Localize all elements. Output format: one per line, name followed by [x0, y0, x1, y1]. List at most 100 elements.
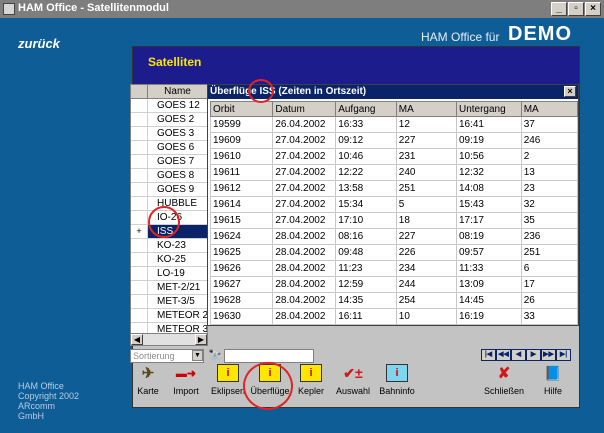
row-marker: [131, 267, 148, 280]
prev-page-button[interactable]: ◀◀: [496, 349, 511, 361]
list-item[interactable]: GOES 6: [131, 141, 207, 155]
table-cell: 26: [520, 292, 579, 309]
first-record-button[interactable]: |◀: [481, 349, 496, 361]
table-row[interactable]: 19611 27.04.2002 12:22 240 12:32 13: [209, 164, 579, 181]
maximize-button[interactable]: ▫: [568, 2, 584, 16]
row-marker: [131, 309, 148, 322]
table-row[interactable]: 19599 26.04.2002 16:33 12 16:41 37: [209, 116, 579, 133]
column-header-name[interactable]: Name: [148, 85, 207, 98]
selection-button[interactable]: ✔± Auswahl: [336, 364, 370, 397]
table-cell: 19610: [209, 148, 274, 165]
scroll-left-button[interactable]: ◀: [131, 334, 143, 345]
satellite-list-hscrollbar[interactable]: ◀ ▶: [130, 333, 208, 346]
satellite-name: METEOR 2-2: [157, 310, 207, 321]
table-row[interactable]: 19612 27.04.2002 13:58 251 14:08 23: [209, 180, 579, 197]
annotation-circle: [248, 79, 274, 103]
list-item[interactable]: LO-19: [131, 267, 207, 281]
last-record-button[interactable]: ▶|: [556, 349, 571, 361]
window-controls: _ ▫ ×: [551, 2, 601, 16]
minimize-button[interactable]: _: [551, 2, 567, 16]
kepler-button[interactable]: i Kepler: [296, 364, 326, 396]
orbit-info-button-label: Bahninfo: [379, 386, 415, 396]
list-item[interactable]: KO-23: [131, 239, 207, 253]
list-item[interactable]: METEOR 2-2: [131, 309, 207, 323]
next-page-button[interactable]: ▶▶: [541, 349, 556, 361]
table-cell: 23: [520, 180, 579, 197]
next-record-button[interactable]: ▶: [526, 349, 541, 361]
table-cell: 27.04.2002: [272, 148, 337, 165]
table-cell: 227: [395, 132, 457, 149]
row-marker: [131, 281, 148, 294]
table-cell: 14:45: [455, 292, 522, 309]
orbit-info-button[interactable]: i Bahninfo: [378, 364, 416, 396]
table-cell: 10:56: [455, 148, 522, 165]
table-row[interactable]: 19626 28.04.2002 11:23 234 11:33 6: [209, 260, 579, 277]
map-button[interactable]: ✈ Karte: [134, 364, 162, 396]
list-item[interactable]: MET-2/21: [131, 281, 207, 295]
column-header-date[interactable]: Datum: [272, 101, 337, 117]
passes-dialog: Überflüge ISS (Zeiten in Ortszeit) × Orb…: [207, 84, 579, 326]
help-button[interactable]: 📘 Hilfe: [538, 364, 568, 397]
scroll-right-button[interactable]: ▶: [195, 334, 207, 345]
list-item[interactable]: GOES 2: [131, 113, 207, 127]
list-item[interactable]: GOES 3: [131, 127, 207, 141]
prev-record-button[interactable]: ◀: [511, 349, 526, 361]
table-row[interactable]: 19614 27.04.2002 15:34 5 15:43 32: [209, 196, 579, 213]
row-marker: [131, 183, 148, 196]
table-cell: 09:57: [455, 244, 522, 261]
binoculars-icon[interactable]: 🔭: [208, 349, 222, 362]
list-item[interactable]: GOES 8: [131, 169, 207, 183]
table-cell: 19627: [209, 276, 274, 293]
column-header-set-azimuth[interactable]: MA: [520, 101, 579, 117]
back-link[interactable]: zurück: [18, 36, 60, 51]
demo-label: DEMO: [508, 23, 572, 45]
satellite-name: GOES 12: [157, 100, 200, 111]
table-row[interactable]: 19615 27.04.2002 17:10 18 17:17 35: [209, 212, 579, 229]
title-bar: HAM Office - Satellitenmodul _ ▫ ×: [0, 0, 604, 18]
column-header-set[interactable]: Untergang: [455, 101, 522, 117]
table-cell: 28.04.2002: [272, 260, 337, 277]
table-cell: 15:43: [455, 196, 522, 213]
row-marker: [131, 141, 148, 154]
table-cell: 17:17: [455, 212, 522, 229]
panel-header: Satelliten: [133, 47, 579, 84]
close-button[interactable]: ✘ Schließen: [484, 364, 524, 396]
chevron-down-icon[interactable]: ▼: [192, 350, 203, 361]
list-item[interactable]: KO-25: [131, 253, 207, 267]
toolbar: ✈ Karte ▬➜ Import i Eklipsen i Überflüge…: [132, 362, 578, 407]
satellite-name: KO-23: [157, 240, 186, 251]
info-icon: i: [386, 364, 408, 382]
search-input[interactable]: [224, 349, 314, 363]
info-icon: i: [217, 364, 239, 382]
row-marker: [131, 253, 148, 266]
eclipses-button[interactable]: i Eklipsen: [210, 364, 246, 396]
table-cell: 08:19: [455, 228, 522, 245]
list-item[interactable]: MET-3/5: [131, 295, 207, 309]
table-row[interactable]: 19624 28.04.2002 08:16 227 08:19 236: [209, 228, 579, 245]
table-cell: 236: [520, 228, 579, 245]
table-cell: 16:41: [455, 116, 522, 133]
record-navigation: |◀ ◀◀ ◀ ▶ ▶▶ ▶|: [481, 349, 571, 361]
table-row[interactable]: 19609 27.04.2002 09:12 227 09:19 246: [209, 132, 579, 149]
table-cell: 27.04.2002: [272, 164, 337, 181]
panel-title: Satelliten: [148, 55, 202, 69]
table-cell: 13:58: [335, 180, 397, 197]
column-header-rise[interactable]: Aufgang: [335, 101, 397, 117]
table-row[interactable]: 19627 28.04.2002 12:59 244 13:09 17: [209, 276, 579, 293]
column-header-rise-azimuth[interactable]: MA: [395, 101, 457, 117]
import-button[interactable]: ▬➜ Import: [170, 364, 202, 397]
table-row[interactable]: 19628 28.04.2002 14:35 254 14:45 26: [209, 292, 579, 309]
row-marker: [131, 169, 148, 182]
table-cell: 16:11: [335, 308, 397, 325]
list-item[interactable]: GOES 7: [131, 155, 207, 169]
column-header-orbit[interactable]: Orbit: [209, 101, 274, 117]
list-item[interactable]: GOES 12: [131, 99, 207, 113]
table-cell: 251: [395, 180, 457, 197]
close-window-button[interactable]: ×: [585, 2, 601, 16]
table-row[interactable]: 19630 28.04.2002 16:11 10 16:19 33: [209, 308, 579, 325]
dialog-close-button[interactable]: ×: [564, 86, 576, 97]
table-cell: 5: [395, 196, 457, 213]
list-item[interactable]: GOES 9: [131, 183, 207, 197]
table-row[interactable]: 19625 28.04.2002 09:48 226 09:57 251: [209, 244, 579, 261]
table-row[interactable]: 19610 27.04.2002 10:46 231 10:56 2: [209, 148, 579, 165]
